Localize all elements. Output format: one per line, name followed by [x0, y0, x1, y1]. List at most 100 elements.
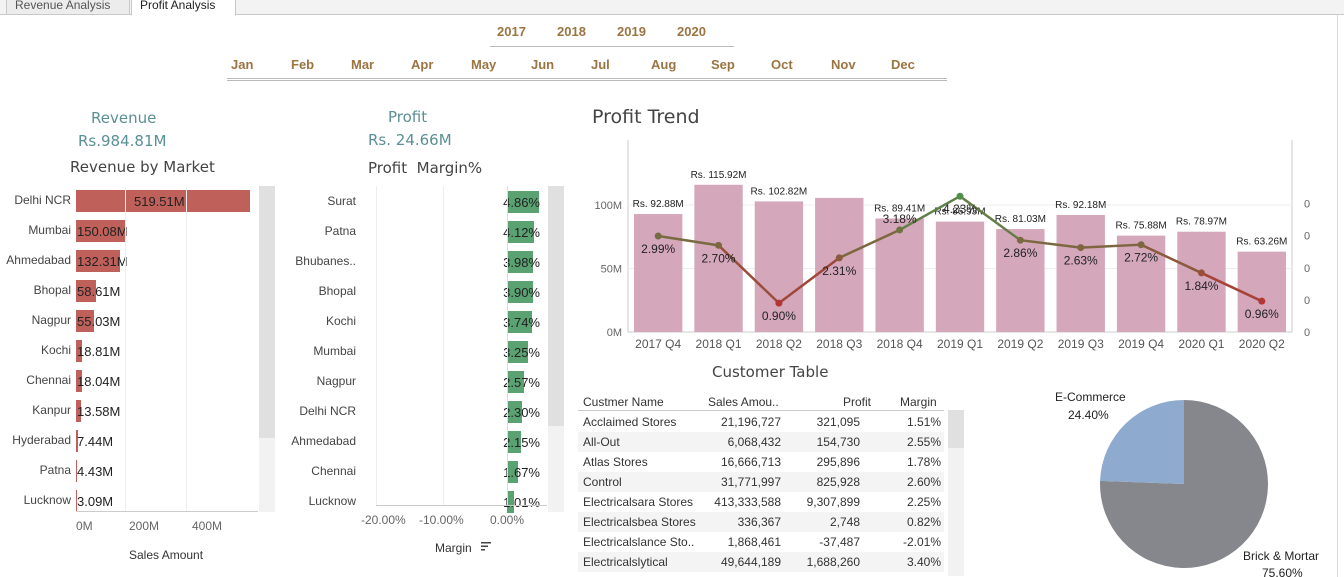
table-cell: Electricalsara Stores [583, 495, 694, 509]
margin-trend-point[interactable] [1258, 297, 1266, 305]
channel-pie-chart [1100, 400, 1268, 568]
table-row[interactable]: Electricalslytical 49,644,189 1,688,260 3.4… [578, 552, 944, 572]
trend-quarter-label: 2019 Q1 [937, 337, 983, 351]
revenue-bar-label: 18.04M [77, 374, 121, 389]
market-label: Lucknow [23, 493, 71, 507]
month-option-nov[interactable]: Nov [831, 57, 856, 72]
trend-quarter-label: 2019 Q2 [997, 337, 1043, 351]
year-option-2020[interactable]: 2020 [677, 24, 706, 39]
margin-trend-point[interactable] [775, 299, 783, 307]
trend-quarter-label: 2018 Q3 [816, 337, 862, 351]
month-option-mar[interactable]: Mar [351, 57, 374, 72]
market-label: Delhi NCR [14, 193, 71, 207]
margin-trend-label: 2.72% [1124, 251, 1158, 265]
pie-slice-e-commerce[interactable] [1100, 400, 1184, 484]
revenue-bar-label: 3.09M [77, 494, 114, 509]
table-cell: Control [583, 475, 622, 489]
revenue-bar-label: 58.61M [77, 284, 121, 299]
table-scrollbar-track[interactable] [948, 448, 964, 576]
month-option-jan[interactable]: Jan [231, 57, 253, 72]
trend-bar[interactable] [996, 229, 1045, 332]
margin-trend-point[interactable] [1197, 269, 1205, 277]
table-cell: 2,748 [829, 515, 860, 529]
table-cell: -2.01% [902, 535, 941, 549]
revenue-gridline [125, 186, 126, 512]
table-header-profit[interactable]: Profit [843, 395, 871, 409]
margin-zero-line [507, 186, 508, 505]
margin-trend-point[interactable] [1137, 241, 1145, 249]
year-option-2017[interactable]: 2017 [497, 24, 526, 39]
margin-market-label: Patna [324, 224, 356, 238]
table-cell: Electricalslance Sto.. [583, 535, 695, 549]
trend-right-tick: 0.03 [1304, 231, 1310, 243]
table-row[interactable]: Atlas Stores 16,666,713 295,896 1.78% [578, 452, 944, 472]
market-label: Chennai [26, 373, 71, 387]
market-label: Kanpur [32, 403, 71, 417]
margin-bar-label: 4.12% [503, 225, 540, 240]
table-row[interactable]: Electricalsara Stores 413,333,588 9,307,89… [578, 492, 944, 512]
month-option-may[interactable]: May [471, 57, 496, 72]
trend-bar[interactable] [875, 218, 924, 332]
year-option-2019[interactable]: 2019 [617, 24, 646, 39]
table-row[interactable]: Electricalslance Sto.. 1,868,461 -37,487 -2… [578, 532, 944, 552]
table-scrollbar-thumb[interactable] [948, 410, 964, 448]
margin-x-tick: -10.00% [419, 513, 464, 527]
margin-trend-point[interactable] [896, 226, 904, 234]
month-option-feb[interactable]: Feb [291, 57, 314, 72]
margin-market-label: Kochi [325, 314, 356, 328]
margin-trend-label: 2.70% [702, 251, 736, 265]
revenue-bar-label: 7.44M [77, 434, 114, 449]
table-row[interactable]: Control 31,771,997 825,928 2.60% [578, 472, 944, 492]
table-header-sales-amou[interactable]: Sales Amou.. [708, 395, 779, 409]
market-label: Mumbai [28, 223, 71, 237]
table-row[interactable]: Electricalsbea Stores 336,367 2,748 0.82% [578, 512, 944, 532]
margin-x-tick: 0.00% [490, 513, 525, 527]
margin-scrollbar-thumb[interactable] [548, 186, 564, 426]
margin-trend-point[interactable] [1016, 236, 1024, 244]
table-row[interactable]: All-Out 6,068,432 154,730 2.55% [578, 432, 944, 452]
table-cell: 2.25% [906, 495, 941, 509]
margin-market-label: Chennai [311, 464, 356, 478]
tab-profit-analysis[interactable]: Profit Analysis [131, 0, 236, 16]
month-option-sep[interactable]: Sep [711, 57, 735, 72]
margin-trend-label: 2.86% [1003, 246, 1037, 260]
profit-trend-title: Profit Trend [592, 106, 700, 128]
margin-trend-label: 0.96% [1245, 307, 1279, 321]
market-label: Patna [39, 463, 71, 477]
revenue-bar-label: 519.51M [134, 194, 185, 209]
profit-kpi-label: Profit [388, 108, 428, 126]
margin-trend-label: 0.90% [762, 309, 796, 323]
month-option-oct[interactable]: Oct [771, 57, 793, 72]
margin-trend-point[interactable] [835, 254, 843, 262]
margin-trend-label: 1.84% [1184, 279, 1218, 293]
trend-bar[interactable] [634, 214, 683, 332]
table-header-custmer-name[interactable]: Custmer Name [583, 395, 664, 409]
month-option-aug[interactable]: Aug [651, 57, 676, 72]
margin-trend-point[interactable] [956, 192, 964, 200]
table-cell: Electricalsbea Stores [583, 515, 696, 529]
table-header-margin[interactable]: Margin [900, 395, 937, 409]
margin-trend-point[interactable] [654, 232, 662, 240]
revenue-scrollbar-track[interactable] [259, 438, 275, 512]
table-cell: 154,730 [816, 435, 860, 449]
margin-x-axis-title: Margin [435, 541, 472, 555]
trend-bar[interactable] [1056, 214, 1105, 332]
month-option-jun[interactable]: Jun [531, 57, 554, 72]
margin-trend-point[interactable] [1077, 244, 1085, 252]
trend-bar[interactable] [935, 221, 985, 332]
year-option-2018[interactable]: 2018 [557, 24, 586, 39]
month-option-jul[interactable]: Jul [591, 57, 610, 72]
table-cell: Acclaimed Stores [583, 415, 677, 429]
margin-trend-point[interactable] [715, 241, 723, 249]
trend-left-tick: 0M [607, 327, 622, 339]
table-row[interactable]: Acclaimed Stores 21,196,727 321,095 1.51% [578, 412, 944, 432]
revenue-scrollbar-thumb[interactable] [259, 186, 275, 438]
margin-scrollbar-track[interactable] [548, 426, 564, 512]
month-option-dec[interactable]: Dec [891, 57, 915, 72]
tab-revenue-analysis[interactable]: Revenue Analysis [6, 0, 130, 15]
trend-quarter-label: 2019 Q4 [1118, 337, 1164, 351]
month-option-apr[interactable]: Apr [411, 57, 433, 72]
market-label: Bhopal [33, 283, 71, 297]
trend-quarter-label: 2020 Q1 [1178, 337, 1224, 351]
sort-icon[interactable] [481, 541, 493, 551]
